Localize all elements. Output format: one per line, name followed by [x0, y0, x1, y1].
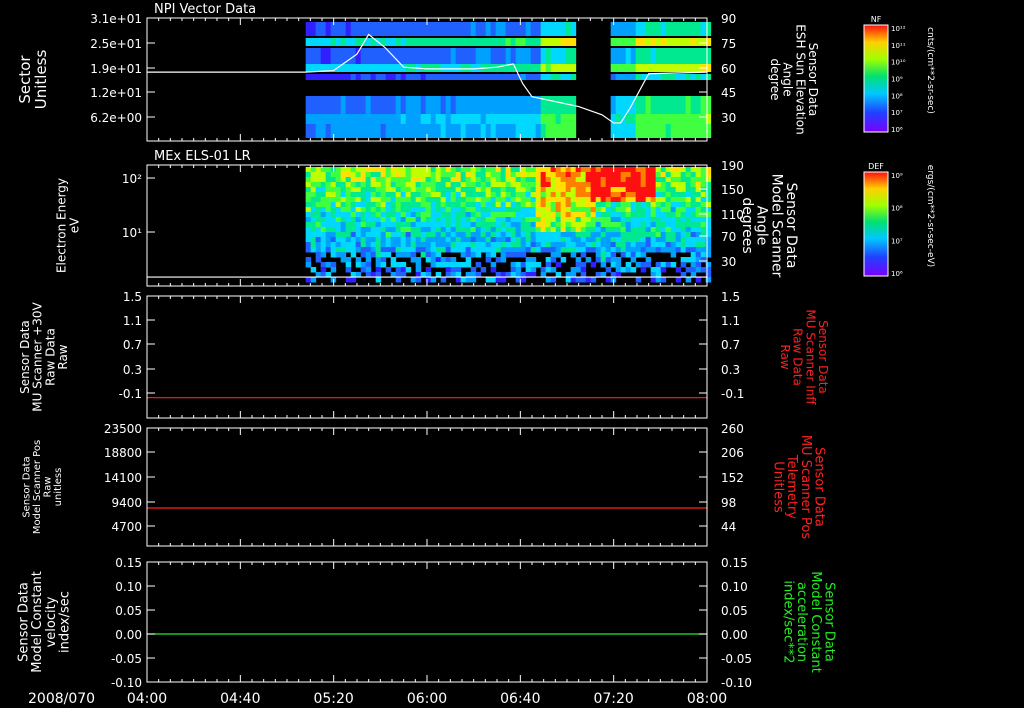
right-y-tick-label: 30	[721, 111, 736, 125]
right-y-tick-label: -0.10	[721, 676, 752, 690]
colorbar-tick-label: 10⁹	[891, 172, 903, 180]
colorbar: DEF 10⁹ 10⁸ 10⁷ 10⁶ ergs/(cm**2-sr-sec-eV)	[863, 162, 935, 278]
y-tick-label: 1.9e+01	[90, 62, 142, 76]
right-y-tick-label: 206	[721, 446, 744, 460]
right-y-axis-label: Sensor DataESH Sun ElevationAngledegree	[768, 24, 820, 134]
y-axis-label: Sensor DataModel Constantvelocityindex/s…	[17, 571, 73, 673]
colorbar-tick-label: 10⁸	[891, 205, 903, 213]
y-tick-label: 1.2e+01	[90, 86, 142, 100]
panel-npi: NPI Vector Data NF 10¹² 10¹¹ 10¹⁰ 10⁹ 10⁸ 10⁷ 10…	[16, 2, 935, 142]
colorbar-tick-label: 10¹¹	[891, 42, 906, 50]
y-axis-label: Electron EnergyeV	[55, 178, 82, 273]
time-tick-label: 04:00	[127, 691, 167, 707]
y-tick-label: 9400	[111, 496, 142, 510]
right-y-tick-label: 190	[721, 159, 744, 173]
panel-mu-pos: 23500 18800 14100 9400 4700 260 206 152 98 44 Sens…	[21, 422, 827, 547]
y-tick-label: 10¹	[122, 226, 142, 240]
right-y-tick-label: 260	[721, 422, 744, 436]
y-tick-label: 2.5e+01	[90, 37, 142, 51]
y-tick-label: 0.10	[115, 580, 142, 594]
right-y-tick-label: 60	[721, 62, 736, 76]
right-y-tick-label: 90	[721, 12, 736, 26]
colorbar-unit: ergs/(cm**2-sr-sec-eV)	[925, 165, 935, 267]
y-tick-label: 0.15	[115, 556, 142, 570]
y-tick-label: 0.05	[115, 604, 142, 618]
y-tick-label: 14100	[104, 471, 142, 485]
y-axis-label: Sensor DataModel Scanner PosRawunitless	[21, 440, 64, 534]
colorbar-tick-label: 10⁶	[891, 270, 903, 278]
time-tick-label: 08:00	[687, 691, 727, 707]
right-y-tick-label: 150	[721, 183, 744, 197]
y-tick-label: 0.00	[115, 628, 142, 642]
colorbar-title: DEF	[868, 162, 884, 171]
plot-frame	[146, 427, 708, 547]
spectrogram	[305, 22, 712, 138]
colorbar-tick-label: 10⁷	[891, 109, 903, 117]
y-tick-label: -0.05	[111, 652, 142, 666]
plot-frame	[146, 295, 708, 419]
plot-stage: 2008/070 NPI Vector Data NF 10¹² 10¹¹ 10¹⁰ 10…	[16, 2, 935, 707]
colorbar-tick-label: 10⁷	[891, 237, 903, 245]
panel-mu-raw: 1.5 1.1 0.7 0.3 -0.1 1.5 1.1 0.7 0.3 -0.1 Sensor D…	[18, 290, 830, 419]
time-tick-label: 05:20	[313, 691, 353, 707]
panel-title: MEx ELS-01 LR	[154, 149, 251, 164]
spectrogram	[305, 167, 712, 283]
date-label: 2008/070	[28, 691, 95, 707]
y-tick-label: -0.1	[119, 387, 142, 401]
y-tick-label: 3.1e+01	[90, 12, 142, 26]
right-y-tick-label: 1.1	[721, 314, 740, 328]
colorbar-title: NF	[871, 15, 882, 24]
colorbar-tick-label: 10⁹	[891, 76, 903, 84]
time-tick-label: 06:40	[500, 691, 540, 707]
y-tick-label: 4700	[111, 520, 142, 534]
right-y-tick-label: -0.05	[721, 652, 752, 666]
right-y-tick-label: 152	[721, 471, 744, 485]
y-tick-label: 10²	[122, 172, 142, 186]
plot-frame	[146, 561, 708, 683]
right-y-axis-label: Sensor DataMU Scanner InffRaw DataRaw	[778, 309, 830, 405]
right-y-tick-label: 0.3	[721, 363, 740, 377]
right-y-tick-label: 44	[721, 520, 736, 534]
panel-title: NPI Vector Data	[154, 2, 256, 17]
time-tick-label: 06:00	[407, 691, 447, 707]
time-tick-label: 04:40	[220, 691, 260, 707]
right-y-tick-label: 0.00	[721, 628, 748, 642]
right-y-tick-label: 0.7	[721, 338, 740, 352]
right-y-tick-label: 75	[721, 37, 736, 51]
colorbar: NF 10¹² 10¹¹ 10¹⁰ 10⁹ 10⁸ 10⁷ 10⁶ cnts/(cm**2-sr…	[863, 15, 935, 134]
colorbar-tick-label: 10¹⁰	[891, 59, 906, 67]
right-y-tick-label: 98	[721, 496, 736, 510]
right-y-tick-label: 1.5	[721, 290, 740, 304]
panel-els: MEx ELS-01 LR DEF 10⁹ 10⁸ 10⁷ 10⁶ ergs/(cm**2-…	[55, 149, 935, 287]
y-tick-label: 23500	[104, 422, 142, 436]
y-tick-label: 18800	[104, 446, 142, 460]
time-tick-label: 07:20	[593, 691, 633, 707]
right-y-tick-label: 70	[721, 230, 736, 244]
y-tick-label: 1.1	[123, 314, 142, 328]
y-tick-label: 1.5	[123, 290, 142, 304]
y-axis-label: Sensor DataMU Scanner +30VRaw DataRaw	[18, 302, 70, 412]
colorbar-tick-label: 10⁸	[891, 92, 903, 100]
y-axis-label: SectorUnitless	[16, 50, 50, 110]
y-tick-label: 6.2e+00	[90, 111, 142, 125]
right-y-tick-label: 30	[721, 255, 736, 269]
panel-const: 0.15 0.10 0.05 0.00 -0.05 -0.10 0.15 0.10 0.05 0.…	[17, 556, 837, 690]
y-tick-label: 0.3	[123, 363, 142, 377]
colorbar-unit: cnts/(cm**2-sr-sec)	[925, 27, 935, 114]
right-y-tick-label: -0.1	[721, 387, 744, 401]
colorbar-tick-label: 10⁶	[891, 126, 903, 134]
colorbar-tick-label: 10¹²	[891, 25, 906, 33]
y-tick-label: 0.7	[123, 338, 142, 352]
time-axis: 04:00 04:40 05:20 06:00 06:40 07:20 08:00	[127, 691, 727, 707]
right-y-tick-label: 0.15	[721, 556, 748, 570]
right-y-axis-label: Sensor DataMU Scanner PosTelemetryUnitle…	[771, 435, 827, 540]
right-y-tick-label: 0.05	[721, 604, 748, 618]
right-y-tick-label: 45	[721, 86, 736, 100]
right-y-axis-label: Sensor DataModel ScannerAngledegrees	[739, 174, 799, 278]
right-y-tick-label: 0.10	[721, 580, 748, 594]
right-y-axis-label: Sensor DataModel Constantaccelerationind…	[781, 571, 837, 673]
y-tick-label: -0.10	[111, 676, 142, 690]
